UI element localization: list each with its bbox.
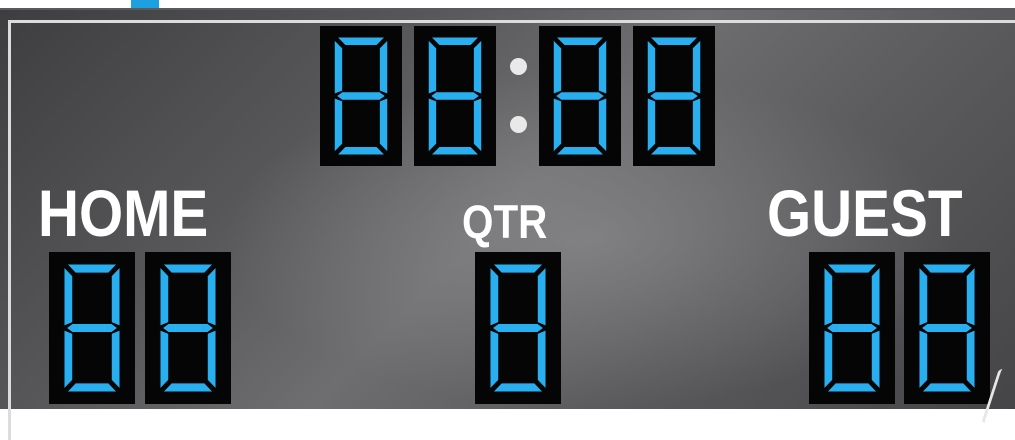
quarter-label: QTR xyxy=(462,195,548,248)
segment-d xyxy=(163,383,213,392)
home-score-ones-digit xyxy=(145,252,231,404)
seven-segment-display xyxy=(428,37,482,155)
segment-a xyxy=(827,264,877,273)
segment-c xyxy=(207,330,216,388)
segment-a xyxy=(922,264,972,273)
segment-c xyxy=(379,98,388,152)
segment-f xyxy=(428,40,437,94)
segment-f xyxy=(490,268,499,326)
segment-a xyxy=(557,37,603,45)
clock-minutes-tens-digit xyxy=(320,26,402,166)
accent-tab xyxy=(131,0,159,8)
seven-segment-display xyxy=(919,264,975,392)
seven-segment-display xyxy=(334,37,388,155)
segment-g xyxy=(827,323,877,333)
segment-c xyxy=(966,330,975,388)
segment-b xyxy=(871,268,880,326)
home-score-tens-digit xyxy=(49,252,135,404)
segment-g xyxy=(650,92,698,100)
segment-b xyxy=(207,268,216,326)
segment-b xyxy=(111,268,120,326)
segment-d xyxy=(651,147,697,155)
seven-segment-display xyxy=(160,264,216,392)
segment-d xyxy=(432,147,478,155)
scoreboard-panel: HOME QTR GUEST xyxy=(0,8,1015,440)
segment-g xyxy=(163,323,213,333)
segment-a xyxy=(493,264,543,273)
segment-g xyxy=(556,92,604,100)
segment-a xyxy=(67,264,117,273)
segment-d xyxy=(922,383,972,392)
clock-minutes-ones-digit xyxy=(414,26,496,166)
seven-segment-display xyxy=(647,37,701,155)
segment-a xyxy=(163,264,213,273)
segment-f xyxy=(919,268,928,326)
segment-b xyxy=(379,40,388,94)
segment-c xyxy=(871,330,880,388)
seven-segment-display xyxy=(490,264,546,392)
segment-d xyxy=(557,147,603,155)
segment-b xyxy=(692,40,701,94)
guest-label: GUEST xyxy=(767,176,963,250)
seven-segment-display xyxy=(64,264,120,392)
segment-b xyxy=(473,40,482,94)
segment-b xyxy=(537,268,546,326)
clock-seconds-tens-digit xyxy=(539,26,621,166)
segment-g xyxy=(493,323,543,333)
segment-d xyxy=(338,147,384,155)
seven-segment-display xyxy=(824,264,880,392)
segment-c xyxy=(598,98,607,152)
segment-a xyxy=(432,37,478,45)
clock-colon-bottom-dot xyxy=(510,116,527,133)
segment-e xyxy=(490,330,499,388)
segment-g xyxy=(431,92,479,100)
segment-d xyxy=(493,383,543,392)
segment-g xyxy=(337,92,385,100)
clock-colon-top-dot xyxy=(510,58,527,75)
segment-f xyxy=(160,268,169,326)
segment-e xyxy=(334,98,343,152)
quarter-digit xyxy=(475,252,561,404)
segment-f xyxy=(64,268,73,326)
segment-f xyxy=(334,40,343,94)
segment-b xyxy=(966,268,975,326)
segment-e xyxy=(160,330,169,388)
clock-seconds-ones-digit xyxy=(633,26,715,166)
segment-d xyxy=(67,383,117,392)
segment-e xyxy=(647,98,656,152)
segment-a xyxy=(338,37,384,45)
segment-f xyxy=(824,268,833,326)
segment-g xyxy=(922,323,972,333)
guest-score-ones-digit xyxy=(904,252,990,404)
segment-e xyxy=(64,330,73,388)
guest-score-tens-digit xyxy=(809,252,895,404)
segment-c xyxy=(111,330,120,388)
segment-a xyxy=(651,37,697,45)
home-label: HOME xyxy=(38,176,209,250)
segment-e xyxy=(919,330,928,388)
segment-c xyxy=(692,98,701,152)
segment-f xyxy=(647,40,656,94)
segment-f xyxy=(553,40,562,94)
segment-g xyxy=(67,323,117,333)
segment-c xyxy=(537,330,546,388)
segment-e xyxy=(428,98,437,152)
seven-segment-display xyxy=(553,37,607,155)
segment-d xyxy=(827,383,877,392)
segment-b xyxy=(598,40,607,94)
segment-e xyxy=(824,330,833,388)
segment-e xyxy=(553,98,562,152)
segment-c xyxy=(473,98,482,152)
